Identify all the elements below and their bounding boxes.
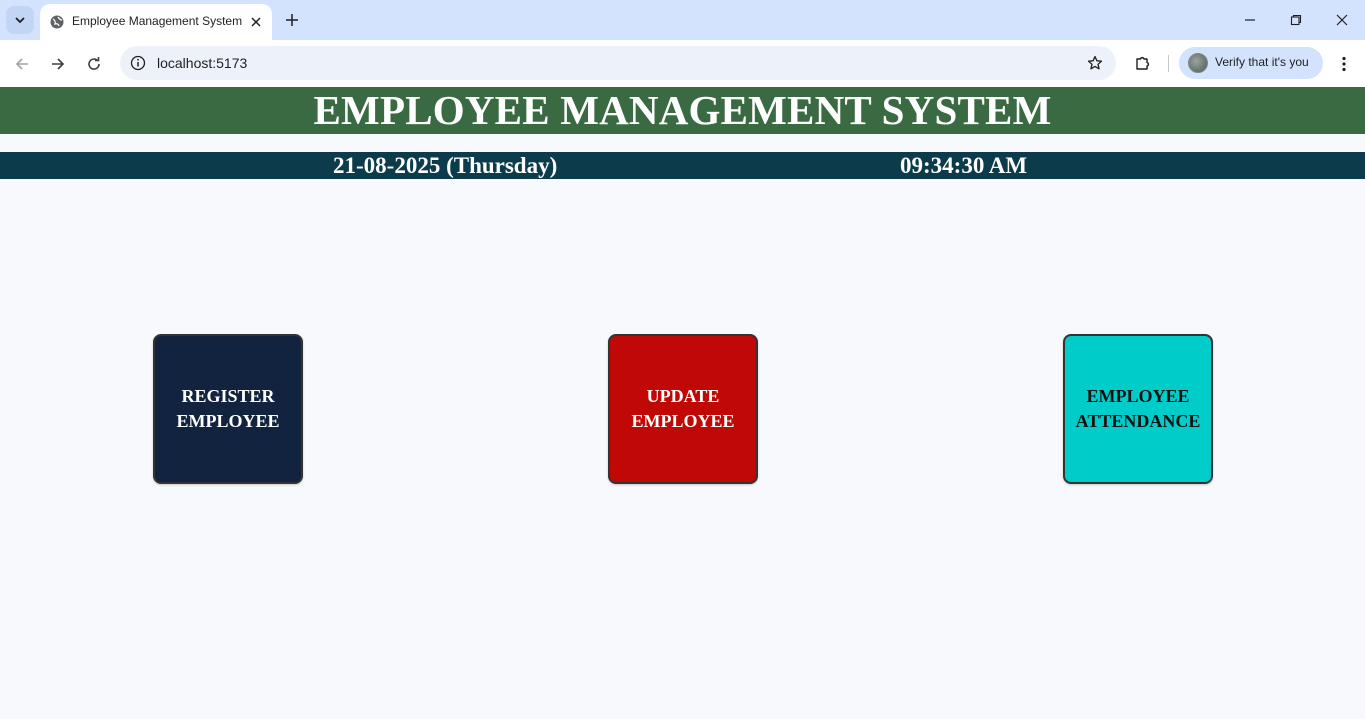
tab-search-button[interactable] [6, 6, 34, 34]
card-label-line: EMPLOYEE [631, 411, 735, 431]
current-date: 21-08-2025 (Thursday) [333, 153, 558, 178]
reload-button[interactable] [80, 50, 108, 78]
tab-title: Employee Management System [72, 14, 243, 28]
close-window-button[interactable] [1319, 0, 1365, 40]
arrow-left-icon [15, 58, 28, 70]
card-label-line: EMPLOYEE [176, 411, 280, 431]
extensions-button[interactable] [1130, 50, 1156, 76]
toolbar-separator [1168, 55, 1169, 72]
star-icon [1087, 55, 1103, 70]
register-employee-label: REGISTER EMPLOYEE [176, 384, 279, 434]
minimize-button[interactable] [1227, 0, 1273, 40]
arrow-right-icon [52, 58, 65, 70]
plus-icon [286, 14, 298, 26]
browser-tab[interactable]: Employee Management System [40, 4, 272, 40]
site-info-button[interactable] [128, 53, 148, 73]
back-button[interactable] [8, 50, 36, 78]
chevron-down-icon [15, 17, 25, 24]
card-label-line: EMPLOYEE [1086, 386, 1190, 406]
tab-close-button[interactable] [246, 12, 266, 32]
card-label-line: REGISTER [181, 386, 275, 406]
browser-menu-button[interactable] [1332, 50, 1356, 78]
close-icon [251, 17, 261, 27]
restore-button[interactable] [1273, 0, 1319, 40]
update-employee-label: UPDATE EMPLOYEE [631, 384, 734, 434]
browser-toolbar: localhost:5173 Verify that it's you [0, 40, 1365, 87]
card-label-line: UPDATE [646, 386, 720, 406]
globe-icon [50, 15, 64, 29]
employee-attendance-label: EMPLOYEE ATTENDANCE [1076, 384, 1201, 434]
more-vertical-icon [1342, 56, 1346, 72]
date-time-bar: 21-08-2025 (Thursday) 09:34:30 AM [0, 152, 1365, 179]
page-title: EMPLOYEE MANAGEMENT SYSTEM [313, 87, 1052, 133]
card-label-line: ATTENDANCE [1075, 411, 1201, 431]
employee-attendance-button[interactable]: EMPLOYEE ATTENDANCE [1063, 334, 1213, 484]
puzzle-icon [1136, 56, 1150, 70]
forward-button[interactable] [44, 50, 72, 78]
register-employee-button[interactable]: REGISTER EMPLOYEE [153, 334, 303, 484]
page-content: EMPLOYEE MANAGEMENT SYSTEM 21-08-2025 (T… [0, 87, 1365, 719]
header-banner: EMPLOYEE MANAGEMENT SYSTEM [0, 87, 1365, 134]
minimize-icon [1245, 19, 1255, 21]
reload-icon [88, 57, 100, 70]
info-icon [130, 55, 146, 71]
bookmark-button[interactable] [1084, 52, 1106, 74]
new-tab-button[interactable] [280, 8, 304, 32]
restore-icon [1290, 14, 1302, 26]
update-employee-button[interactable]: UPDATE EMPLOYEE [608, 334, 758, 484]
address-bar[interactable]: localhost:5173 [120, 46, 1116, 80]
current-time: 09:34:30 AM [900, 153, 1028, 178]
profile-button[interactable]: Verify that it's you [1179, 47, 1323, 79]
close-icon [1336, 14, 1348, 26]
browser-tabstrip: Employee Management System [0, 0, 1365, 40]
profile-label: Verify that it's you [1215, 55, 1309, 69]
url-text: localhost:5173 [157, 55, 248, 71]
avatar [1188, 53, 1208, 73]
